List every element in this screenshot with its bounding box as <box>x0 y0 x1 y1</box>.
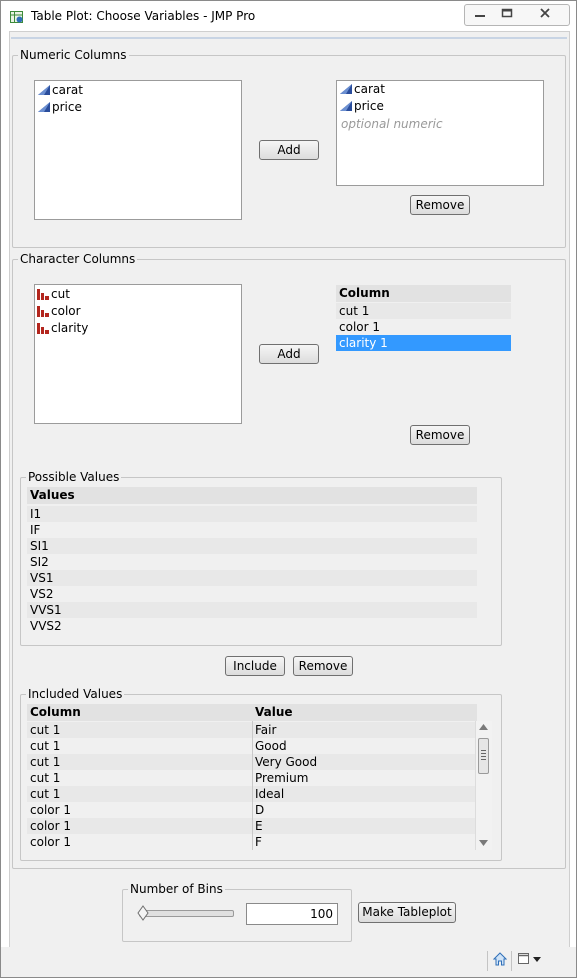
possible-values-header: Values <box>27 487 477 504</box>
grip-line <box>481 759 486 760</box>
selected-column-header: Column <box>336 285 511 302</box>
included-column-cell[interactable]: cut 1 <box>27 754 252 770</box>
included-column-header: Column <box>27 704 252 721</box>
status-bar <box>1 947 576 977</box>
character-available-list[interactable]: cut color clarity <box>34 284 242 424</box>
grip-line <box>481 756 486 757</box>
included-value-cell[interactable]: D <box>252 802 475 818</box>
included-column-cell[interactable]: cut 1 <box>27 770 252 786</box>
included-column-cell[interactable]: color 1 <box>27 802 252 818</box>
numeric-column-icon <box>38 85 50 95</box>
list-item[interactable]: color <box>37 303 81 320</box>
included-column-cell[interactable]: cut 1 <box>27 738 252 754</box>
included-value-cell[interactable]: Premium <box>252 770 475 786</box>
close-button[interactable] <box>529 4 561 21</box>
list-item-label: clarity <box>51 321 89 335</box>
table-row[interactable]: IF <box>27 522 477 538</box>
table-row-selected[interactable]: clarity 1 <box>336 335 511 351</box>
list-item[interactable]: clarity <box>37 320 88 337</box>
included-column-cell[interactable]: color 1 <box>27 834 252 850</box>
numeric-column-icon <box>340 101 352 111</box>
bins-input[interactable]: 100 <box>246 903 338 925</box>
included-value-header: Value <box>252 704 477 721</box>
window-title: Table Plot: Choose Variables - JMP Pro <box>31 9 256 23</box>
character-columns-legend: Character Columns <box>20 252 136 266</box>
list-item-label: carat <box>52 83 83 97</box>
dialog-window: Table Plot: Choose Variables - JMP Pro N… <box>0 0 577 978</box>
included-values-legend: Included Values <box>28 687 123 701</box>
list-item[interactable]: carat <box>339 81 385 98</box>
included-value-cell[interactable]: Ideal <box>252 786 475 802</box>
included-scrollbar[interactable] <box>475 721 492 850</box>
numeric-selected-list[interactable]: carat price optional numeric <box>336 80 544 186</box>
column-divider <box>252 721 253 850</box>
title-bar: Table Plot: Choose Variables - JMP Pro <box>1 1 576 31</box>
status-separator <box>487 951 488 971</box>
included-column-cell[interactable]: cut 1 <box>27 722 252 738</box>
list-item-label: cut <box>51 287 70 301</box>
table-row[interactable]: VS1 <box>27 570 477 586</box>
scroll-down-icon[interactable] <box>479 840 488 846</box>
included-column-cell[interactable]: cut 1 <box>27 786 252 802</box>
numeric-available-list[interactable]: carat price <box>34 80 242 220</box>
included-value-cell[interactable]: F <box>252 834 475 850</box>
bins-slider-thumb[interactable] <box>137 905 149 921</box>
character-add-button[interactable]: Add <box>259 344 319 364</box>
bins-slider-track[interactable] <box>139 910 234 917</box>
table-row[interactable]: VS2 <box>27 586 477 602</box>
table-row[interactable]: I1 <box>27 506 477 522</box>
character-column-icon <box>37 289 49 300</box>
possible-values-legend: Possible Values <box>28 470 120 484</box>
included-column-cell[interactable]: color 1 <box>27 818 252 834</box>
status-separator <box>511 951 512 971</box>
table-row[interactable]: SI1 <box>27 538 477 554</box>
scroll-up-icon[interactable] <box>479 724 488 730</box>
list-item-label: price <box>354 99 384 113</box>
list-item[interactable]: cut <box>37 286 70 303</box>
minimize-button[interactable] <box>467 4 493 21</box>
list-item[interactable]: price <box>37 99 82 116</box>
list-item-label: color <box>51 304 81 318</box>
list-item[interactable]: price <box>339 98 384 115</box>
maximize-icon <box>501 8 513 17</box>
possible-remove-button[interactable]: Remove <box>293 656 353 676</box>
include-button[interactable]: Include <box>225 656 285 676</box>
character-column-icon <box>37 306 49 317</box>
table-row[interactable]: cut 1 <box>336 303 511 319</box>
table-row[interactable]: VVS1 <box>27 602 477 618</box>
grip-line <box>481 753 486 754</box>
minimize-icon <box>475 14 485 17</box>
optional-numeric-placeholder: optional numeric <box>341 117 443 131</box>
number-of-bins-legend: Number of Bins <box>130 882 223 896</box>
numeric-remove-button[interactable]: Remove <box>410 195 470 215</box>
list-item[interactable]: carat <box>37 82 83 99</box>
included-value-cell[interactable]: Fair <box>252 722 475 738</box>
table-row[interactable]: SI2 <box>27 554 477 570</box>
numeric-column-icon <box>340 84 352 94</box>
numeric-columns-legend: Numeric Columns <box>20 48 127 62</box>
included-value-cell[interactable]: Very Good <box>252 754 475 770</box>
grip-line <box>481 750 486 751</box>
numeric-add-button[interactable]: Add <box>259 140 319 160</box>
table-row[interactable]: color 1 <box>336 319 511 335</box>
maximize-button[interactable] <box>494 4 520 21</box>
table-row[interactable]: VVS2 <box>27 618 477 634</box>
jmp-app-icon <box>10 11 23 23</box>
list-item-label: price <box>52 100 82 114</box>
window-menu-icon[interactable] <box>517 952 545 966</box>
included-value-cell[interactable]: Good <box>252 738 475 754</box>
scrollbar-thumb[interactable] <box>478 738 489 774</box>
list-item-label: carat <box>354 82 385 96</box>
close-icon <box>540 7 550 18</box>
make-tableplot-button[interactable]: Make Tableplot <box>358 902 456 923</box>
included-value-cell[interactable]: E <box>252 818 475 834</box>
character-column-icon <box>37 323 49 334</box>
numeric-column-icon <box>38 102 50 112</box>
character-remove-button[interactable]: Remove <box>410 425 470 445</box>
home-icon[interactable] <box>493 952 507 966</box>
header-divider <box>11 37 567 39</box>
